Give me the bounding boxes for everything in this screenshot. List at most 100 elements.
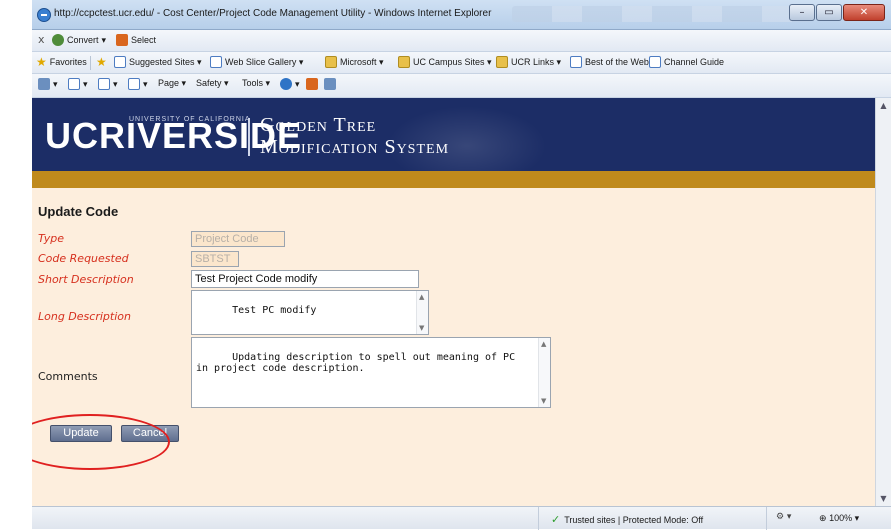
zoom-control[interactable]: ⊕ 100% ▾ [819,513,859,524]
form-title: Update Code [38,204,119,219]
favbar-item-ucr-links[interactable]: UCR Links ▾ [496,56,561,68]
scroll-up-icon[interactable]: ▲ [876,98,891,113]
favbar-item-microsoft[interactable]: Microsoft ▾ [325,56,384,68]
short-description-input[interactable]: Test Project Code modify [191,270,419,288]
favbar-label: Channel Guide [664,57,725,67]
textarea-scrollbar[interactable]: ▲ ▼ [538,338,550,407]
home-button[interactable]: ▾ [38,78,58,90]
favbar-item-web-slice-gallery[interactable]: Web Slice Gallery ▾ [210,56,303,68]
favbar-label: Best of the Web [585,57,649,67]
code-requested-label: Code Requested [38,252,129,265]
comments-text: Updating description to spell out meanin… [196,352,516,374]
security-zone-text: Trusted sites | Protected Mode: Off [564,514,704,525]
command-bar: ▾ ▾ ▾ ▾ Page ▾ Safety ▾ Tools ▾ ▾ [32,74,891,98]
chevron-down-icon: ▾ [83,78,88,89]
favorites-bar: ★ Favorites ★ Suggested Sites ▾ Web Slic… [32,52,891,74]
page-scrollbar[interactable]: ▲ ▼ [875,98,891,506]
long-description-text: Test PC modify [232,305,317,316]
select-icon [116,34,128,46]
favbar-item-uc-campus-sites[interactable]: UC Campus Sites ▾ [398,56,492,68]
scroll-down-icon[interactable]: ▼ [419,324,424,332]
feeds-icon [68,78,80,90]
close-toolbar-icon[interactable]: x [38,33,45,46]
zoom-icon: ⊕ [819,513,827,523]
select-label: Select [131,35,157,45]
site-banner: UNIVERSITY OF CALIFORNIA UCRIVERSIDE Gol… [32,98,875,186]
title-bar: http://ccpctest.ucr.edu/ - Cost Center/P… [32,0,891,30]
chevron-down-icon: ▾ [143,78,148,89]
chevron-down-icon: ▾ [854,513,860,523]
onenote-icon [324,78,336,90]
logo-divider [248,118,250,156]
left-margin [0,0,32,529]
folder-icon [398,56,410,68]
home-icon [38,78,50,90]
research-button[interactable] [306,78,318,90]
ie-page-icon [114,56,126,68]
long-description-textarea[interactable]: Test PC modify ▲ ▼ [191,290,429,335]
help-button[interactable]: ▾ [280,78,300,90]
scroll-down-icon[interactable]: ▼ [876,491,891,506]
annotation-circle [32,414,170,470]
status-bar: ✓ Trusted sites | Protected Mode: Off ⚙ … [32,506,891,530]
page-menu[interactable]: Page ▾ [158,78,186,89]
check-icon: ✓ [551,513,561,526]
convert-icon [52,34,64,46]
comments-textarea[interactable]: Updating description to spell out meanin… [191,337,551,408]
close-button[interactable]: ✕ [843,4,885,21]
favbar-label: Web Slice Gallery ▾ [225,56,304,67]
gold-band [32,171,875,188]
long-description-label: Long Description [38,310,131,323]
print-button[interactable]: ▾ [128,78,148,90]
type-field: Project Code [191,231,285,247]
chevron-down-icon: ▾ [101,34,107,45]
feeds-button[interactable]: ▾ [68,78,88,90]
favbar-item-best-of-the-web[interactable]: Best of the Web [570,56,649,68]
star-icon: ★ [36,55,47,69]
help-icon [280,78,292,90]
ie-page-icon [210,56,222,68]
short-description-label: Short Description [38,273,134,286]
convert-toolbar: x Convert ▾ Select [32,30,891,52]
status-settings-icon[interactable]: ⚙ ▾ [776,512,791,522]
favbar-item-channel-guide[interactable]: Channel Guide [649,56,724,68]
folder-icon [496,56,508,68]
favbar-label: Microsoft ▾ [340,56,384,67]
print-icon [128,78,140,90]
mail-button[interactable]: ▾ [98,78,118,90]
safety-menu[interactable]: Safety ▾ [196,78,229,89]
type-label: Type [38,232,65,245]
favorites-label: Favorites [49,57,87,67]
tools-menu[interactable]: Tools ▾ [242,78,270,89]
favbar-item-suggested-sites[interactable]: Suggested Sites ▾ [114,56,202,68]
convert-label: Convert [67,35,99,45]
select-button[interactable]: Select [116,34,156,46]
app-title-line1: Golden Tree [260,114,377,136]
favorites-button[interactable]: ★ Favorites [36,56,87,68]
minimize-button[interactable]: – [789,4,815,21]
textarea-scrollbar[interactable]: ▲ ▼ [416,291,428,334]
status-divider [538,507,539,530]
app-title-line2: Modification System [260,136,450,158]
favbar-label: UC Campus Sites ▾ [413,56,492,67]
security-zone-status[interactable]: ✓ Trusted sites | Protected Mode: Off [551,513,703,526]
window-title: http://ccpctest.ucr.edu/ - Cost Center/P… [54,8,492,19]
onenote-button[interactable] [324,78,336,90]
window-controls: – ▭ ✕ [789,4,885,21]
convert-button[interactable]: Convert ▾ [52,34,106,46]
code-requested-field: SBTST [191,251,239,267]
favbar-label: Suggested Sites ▾ [129,56,202,67]
mail-icon [98,78,110,90]
star-plus-icon: ★ [96,55,107,69]
chevron-down-icon: ▾ [53,78,58,89]
scroll-up-icon[interactable]: ▲ [541,340,546,348]
scroll-down-icon[interactable]: ▼ [541,397,546,405]
add-favorite-icon[interactable]: ★ [96,56,107,68]
blurred-background-tabs [512,6,812,22]
status-divider [766,507,767,530]
research-icon [306,78,318,90]
scroll-up-icon[interactable]: ▲ [419,293,424,301]
divider [90,56,91,70]
comments-label: Comments [38,370,98,383]
maximize-button[interactable]: ▭ [816,4,842,21]
